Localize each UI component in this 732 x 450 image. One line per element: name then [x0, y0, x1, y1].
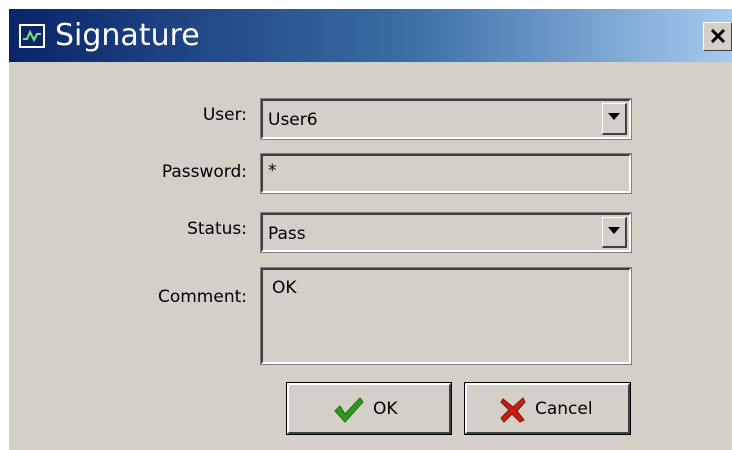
title-bar[interactable]: Signature [9, 9, 732, 62]
status-dropdown[interactable]: Pass [260, 212, 632, 253]
signature-dialog: Signature User: User6 Password: * Status… [8, 8, 732, 450]
waveform-icon [19, 24, 45, 48]
cancel-label: Cancel [535, 399, 593, 419]
ok-button[interactable]: OK [286, 382, 452, 435]
comment-textarea[interactable]: OK [260, 267, 632, 365]
user-value: User6 [268, 110, 318, 130]
close-icon [710, 28, 725, 44]
close-button[interactable] [703, 22, 732, 51]
user-label: User: [202, 105, 247, 125]
password-value: * [268, 161, 277, 181]
user-dropdown-button[interactable] [602, 103, 627, 135]
chevron-down-icon [608, 113, 620, 120]
password-label: Password: [161, 162, 247, 182]
comment-label: Comment: [157, 287, 247, 307]
comment-value: OK [272, 278, 297, 298]
status-dropdown-button[interactable] [602, 217, 627, 248]
status-value: Pass [268, 224, 306, 244]
status-label: Status: [187, 219, 247, 239]
password-field[interactable]: * [260, 153, 632, 194]
checkmark-icon [334, 397, 364, 423]
ok-label: OK [373, 399, 398, 419]
window-title: Signature [55, 18, 200, 53]
user-dropdown[interactable]: User6 [260, 98, 632, 140]
red-x-icon [500, 397, 526, 423]
chevron-down-icon [608, 227, 620, 234]
cancel-button[interactable]: Cancel [464, 382, 631, 435]
